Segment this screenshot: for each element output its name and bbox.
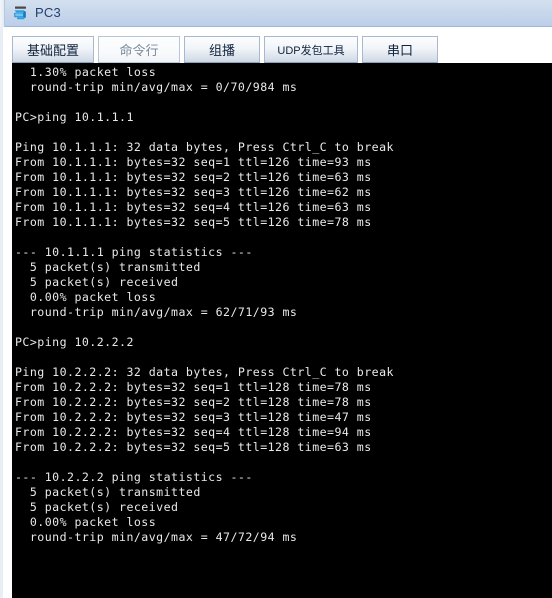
tab-bar: 基础配置 命令行 组播 UDP发包工具 串口: [12, 36, 552, 64]
terminal-line: round-trip min/avg/max = 62/71/93 ms: [15, 305, 298, 319]
window-title: PC3: [35, 5, 61, 20]
tab-basic-config-label: 基础配置: [26, 43, 79, 58]
terminal-output[interactable]: 1.30% packet loss round-trip min/avg/max…: [12, 63, 552, 598]
terminal-line: Ping 10.2.2.2: 32 data bytes, Press Ctrl…: [15, 365, 394, 379]
tab-serial-port-label: 串口: [386, 43, 413, 58]
terminal-line: From 10.1.1.1: bytes=32 seq=5 ttl=126 ti…: [15, 215, 372, 229]
terminal-line: round-trip min/avg/max = 47/72/94 ms: [15, 530, 298, 544]
terminal-line: PC>ping 10.1.1.1: [15, 110, 134, 124]
terminal-line: From 10.1.1.1: bytes=32 seq=2 ttl=126 ti…: [15, 170, 372, 184]
pc3-window: PC3 基础配置 命令行 组播 UDP发包工具 串口 1.30% packet …: [0, 0, 552, 598]
tab-command-line-label: 命令行: [119, 43, 159, 58]
terminal-line: 0.00% packet loss: [15, 290, 157, 304]
tab-command-line[interactable]: 命令行: [98, 36, 180, 63]
terminal-line: --- 10.2.2.2 ping statistics ---: [15, 470, 253, 484]
terminal-line: 1.30% packet loss: [15, 65, 157, 79]
terminal-line: From 10.2.2.2: bytes=32 seq=4 ttl=128 ti…: [15, 425, 372, 439]
terminal-line: From 10.1.1.1: bytes=32 seq=1 ttl=126 ti…: [15, 155, 372, 169]
tab-multicast-label: 组播: [208, 43, 235, 58]
terminal-line: From 10.1.1.1: bytes=32 seq=4 ttl=126 ti…: [15, 200, 372, 214]
terminal-line: --- 10.1.1.1 ping statistics ---: [15, 245, 253, 259]
terminal-line: 5 packet(s) transmitted: [15, 260, 201, 274]
tab-basic-config[interactable]: 基础配置: [12, 36, 94, 63]
terminal-line: From 10.1.1.1: bytes=32 seq=3 ttl=126 ti…: [15, 185, 372, 199]
terminal-line: 0.00% packet loss: [15, 515, 157, 529]
titlebar-left-edge: [0, 0, 5, 27]
terminal-line: round-trip min/avg/max = 0/70/984 ms: [15, 80, 298, 94]
terminal-line: 5 packet(s) received: [15, 275, 179, 289]
tab-serial-port[interactable]: 串口: [362, 36, 438, 63]
tab-multicast[interactable]: 组播: [184, 36, 260, 63]
terminal-line: Ping 10.1.1.1: 32 data bytes, Press Ctrl…: [15, 140, 394, 154]
tab-udp-packet-tool[interactable]: UDP发包工具: [264, 36, 358, 63]
terminal-line: PC>ping 10.2.2.2: [15, 335, 134, 349]
terminal-line: 5 packet(s) transmitted: [15, 485, 201, 499]
terminal-line: From 10.2.2.2: bytes=32 seq=5 ttl=128 ti…: [15, 440, 372, 454]
tab-udp-packet-tool-label: UDP发包工具: [277, 44, 345, 57]
window-titlebar[interactable]: PC3: [0, 0, 552, 27]
pc-device-icon: [12, 4, 30, 22]
terminal-line: From 10.2.2.2: bytes=32 seq=2 ttl=128 ti…: [15, 395, 372, 409]
terminal-line: 5 packet(s) received: [15, 500, 179, 514]
terminal-line: From 10.2.2.2: bytes=32 seq=1 ttl=128 ti…: [15, 380, 372, 394]
terminal-line: From 10.2.2.2: bytes=32 seq=3 ttl=128 ti…: [15, 410, 372, 424]
